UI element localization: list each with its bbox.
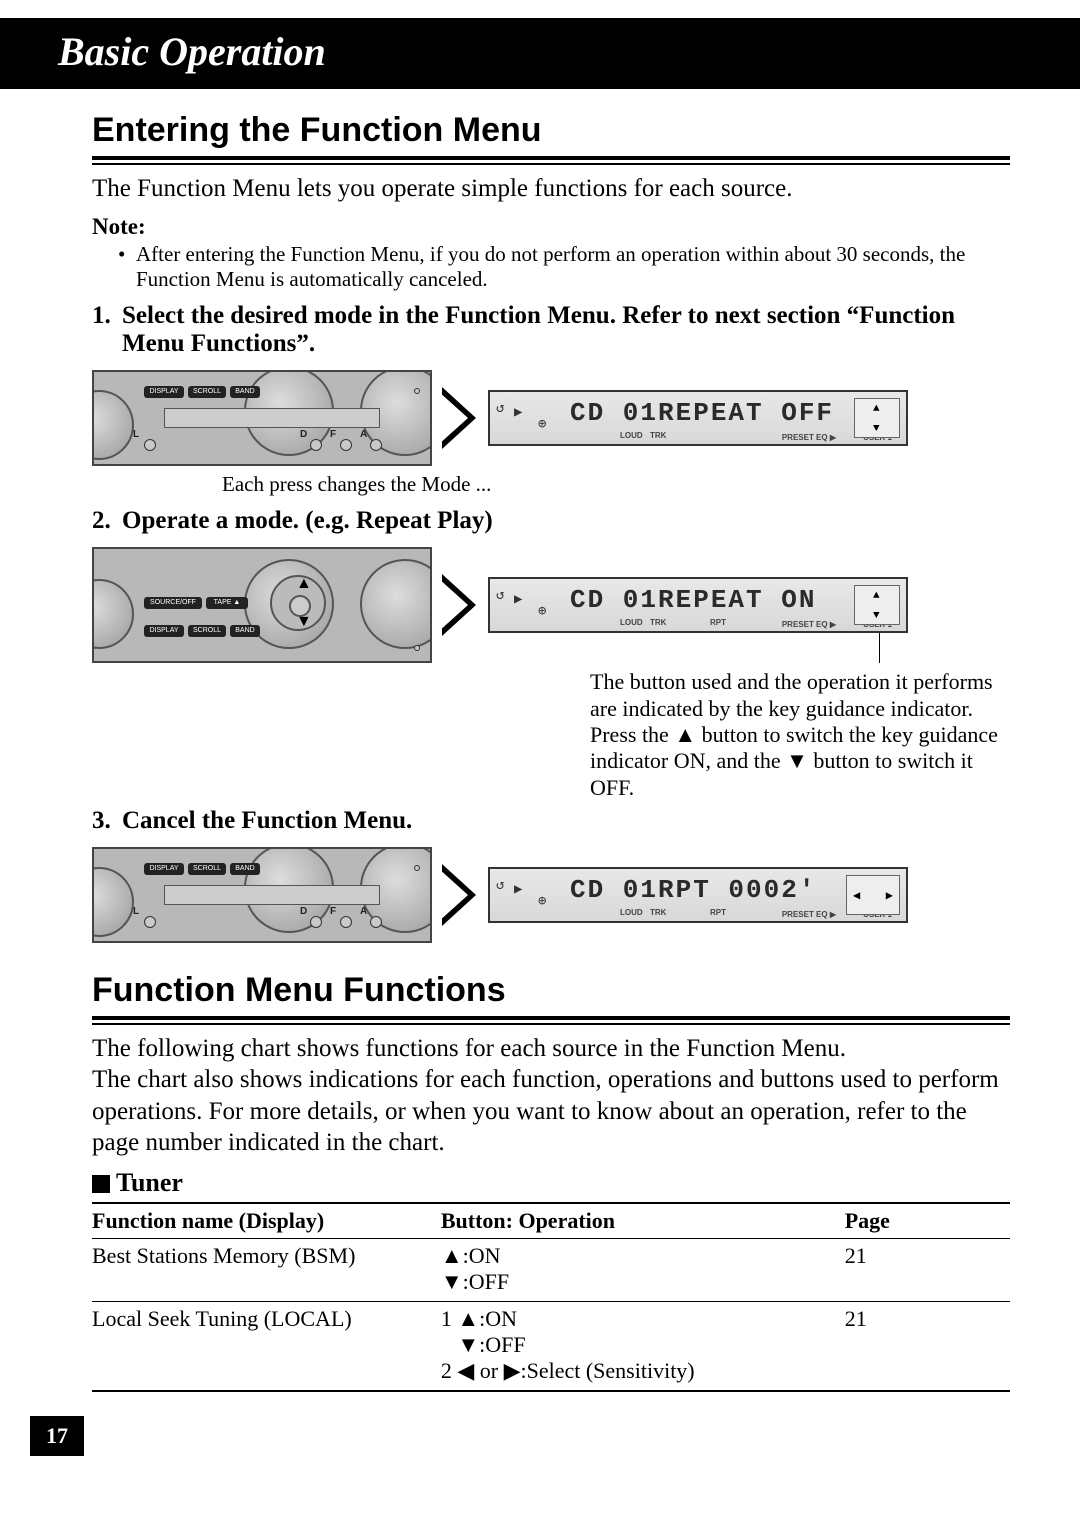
panel-label-a: A <box>360 906 367 917</box>
lcd-loud: LOUD <box>620 908 643 917</box>
table-row: Local Seek Tuning (LOCAL) 1 ▲:ON ▼:OFF 2… <box>92 1302 1010 1387</box>
step-text: Cancel the Function Menu. <box>122 807 1010 835</box>
page-number-badge: 17 <box>30 1416 84 1456</box>
panel-label-d: D <box>300 906 307 917</box>
control-panel-illustration: DISPLAY SCROLL BAND L D F A <box>92 370 432 466</box>
arrow-icon <box>442 574 478 636</box>
lcd-rpt: RPT <box>710 908 726 917</box>
panel-button-source: SOURCE/OFF <box>144 597 202 609</box>
step-2: 2. Operate a mode. (e.g. Repeat Play) <box>92 507 1010 535</box>
cell-page: 21 <box>845 1239 1010 1302</box>
key-guidance-box: ◀ ▶ <box>846 875 900 915</box>
lcd-trk: TRK <box>650 908 666 917</box>
intro-text: The Function Menu lets you operate simpl… <box>92 173 1010 204</box>
step-text: Operate a mode. (e.g. Repeat Play) <box>122 507 1010 535</box>
panel-label-d: D <box>300 429 307 440</box>
note-bullet: • After entering the Function Menu, if y… <box>92 242 1010 292</box>
step-number: 1. <box>92 302 122 358</box>
section-title-functions: Function Menu Functions <box>92 971 1010 1012</box>
panel-label-l: L <box>133 906 139 917</box>
lcd-display-2: ↺ ▶ ⊕ CD 01REPEAT ON LOUD TRK RPT PRESET… <box>488 577 908 633</box>
lcd-text: CD 01REPEAT OFF <box>570 398 834 428</box>
col-button-operation: Button: Operation <box>441 1203 845 1239</box>
lcd-loud: LOUD <box>620 618 643 627</box>
panel-button-scroll: SCROLL <box>188 863 226 875</box>
tuner-label: Tuner <box>116 1168 183 1197</box>
step-text: Select the desired mode in the Function … <box>122 302 1010 358</box>
panel-label-f: F <box>330 906 336 917</box>
lcd-trk: TRK <box>650 618 666 627</box>
figure-row-2: ▲ ▼ SOURCE/OFF TAPE ▲ DISPLAY SCROLL BAN… <box>92 547 1010 663</box>
panel-button-display: DISPLAY <box>144 863 184 875</box>
rule <box>92 1023 1010 1025</box>
cell-operation: 1 ▲:ON ▼:OFF 2 ◀ or ▶:Select (Sensitivit… <box>441 1302 845 1387</box>
lcd-text: CD 01RPT 0002' <box>570 875 816 905</box>
figure-row-1: DISPLAY SCROLL BAND L D F A ↺ ▶ ⊕ <box>92 370 1010 466</box>
table-row: Best Stations Memory (BSM) ▲:ON ▼:OFF 21 <box>92 1239 1010 1302</box>
arrow-icon <box>442 387 478 449</box>
cell-page: 21 <box>845 1302 1010 1387</box>
rule <box>92 1016 1010 1020</box>
cell-function-name: Local Seek Tuning (LOCAL) <box>92 1302 441 1387</box>
figure-row-3: DISPLAY SCROLL BAND L D F A ↺ ▶ ⊕ <box>92 847 1010 943</box>
key-guidance-box: ▲▼ <box>854 585 900 625</box>
lcd-text: CD 01REPEAT ON <box>570 585 816 615</box>
square-bullet-icon <box>92 1175 110 1193</box>
rule <box>92 163 1010 165</box>
panel-button-band: BAND <box>230 625 260 637</box>
cell-operation: ▲:ON ▼:OFF <box>441 1239 845 1302</box>
lcd-display-1: ↺ ▶ ⊕ CD 01REPEAT OFF LOUD TRK PRESET EQ… <box>488 390 908 446</box>
control-panel-illustration: DISPLAY SCROLL BAND L D F A <box>92 847 432 943</box>
panel-button-display: DISPLAY <box>144 386 184 398</box>
note-label: Note: <box>92 214 1010 240</box>
bullet-dot: • <box>118 242 136 292</box>
panel-label-a: A <box>360 429 367 440</box>
chapter-header: Basic Operation <box>0 18 1080 89</box>
panel-button-scroll: SCROLL <box>188 625 226 637</box>
panel-label-l: L <box>133 429 139 440</box>
lcd-display-3: ↺ ▶ ⊕ CD 01RPT 0002' LOUD TRK RPT PRESET… <box>488 867 908 923</box>
step-3: 3. Cancel the Function Menu. <box>92 807 1010 835</box>
page-number: 17 <box>46 1423 68 1449</box>
step-1: 1. Select the desired mode in the Functi… <box>92 302 1010 358</box>
panel-button-band: BAND <box>230 863 260 875</box>
tuner-table: Function name (Display) Button: Operatio… <box>92 1202 1010 1392</box>
section2-paragraph: The following chart shows functions for … <box>92 1033 1010 1158</box>
col-function-name: Function name (Display) <box>92 1203 441 1239</box>
arrow-icon <box>442 864 478 926</box>
tuner-heading: Tuner <box>92 1168 1010 1198</box>
lcd-preset: PRESET EQ ▶ <box>782 433 836 442</box>
lcd-trk: TRK <box>650 431 666 440</box>
lcd-preset: PRESET EQ ▶ <box>782 620 836 629</box>
note-text: After entering the Function Menu, if you… <box>136 242 1010 292</box>
panel-button-display: DISPLAY <box>144 625 184 637</box>
key-guidance-box: ▲▼ <box>854 398 900 438</box>
step-number: 3. <box>92 807 122 835</box>
control-panel-illustration: ▲ ▼ SOURCE/OFF TAPE ▲ DISPLAY SCROLL BAN… <box>92 547 432 663</box>
panel-label-f: F <box>330 429 336 440</box>
panel-button-band: BAND <box>230 386 260 398</box>
key-guidance-paragraph: The button used and the operation it per… <box>590 669 1010 801</box>
cell-function-name: Best Stations Memory (BSM) <box>92 1239 441 1302</box>
panel-button-scroll: SCROLL <box>188 386 226 398</box>
lcd-preset: PRESET EQ ▶ <box>782 910 836 919</box>
lcd-loud: LOUD <box>620 431 643 440</box>
col-page: Page <box>845 1203 1010 1239</box>
panel-button-tape: TAPE ▲ <box>206 597 248 609</box>
step-number: 2. <box>92 507 122 535</box>
lcd-rpt: RPT <box>710 618 726 627</box>
leader-line <box>879 633 880 663</box>
section-title-entering: Entering the Function Menu <box>92 111 1010 152</box>
page-content: Entering the Function Menu The Function … <box>0 111 1080 1392</box>
chapter-title: Basic Operation <box>58 28 1080 75</box>
table-header-row: Function name (Display) Button: Operatio… <box>92 1203 1010 1239</box>
figure-caption-1: Each press changes the Mode ... <box>92 472 1010 497</box>
rule <box>92 156 1010 160</box>
